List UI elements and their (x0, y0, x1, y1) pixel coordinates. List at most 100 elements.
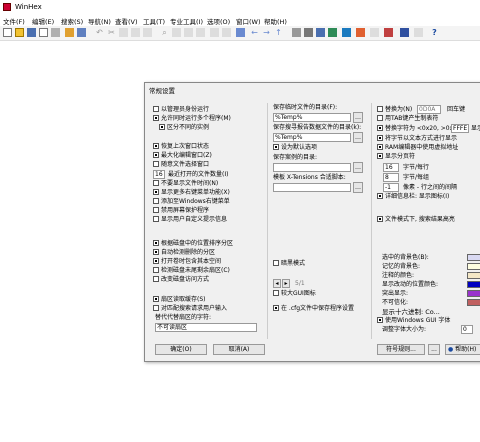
show-tab-checkbox[interactable]: 显示分页符 (377, 153, 415, 161)
network-icon[interactable] (342, 28, 351, 37)
ram-editor-checkbox[interactable]: RAM编辑器中使用虚拟地址 (377, 144, 458, 152)
bytes-per-line-input[interactable]: 16 (383, 163, 399, 172)
options-icon[interactable] (400, 28, 409, 37)
replace-icon[interactable] (184, 28, 193, 37)
run-as-admin-checkbox[interactable]: 以管理员身份运行 (153, 106, 209, 114)
help-button[interactable]: ● 帮助(H) (445, 344, 480, 355)
windows-gui-font-checkbox[interactable]: 使用Windows GUI 字体 (377, 317, 450, 325)
help-icon[interactable]: ? (430, 28, 439, 37)
forward-icon[interactable]: → (262, 28, 271, 37)
maximize-checkbox[interactable]: 最大化编辑窗口(Z) (153, 152, 212, 160)
replace-as-checkbox[interactable]: 替换为(N) (377, 106, 412, 114)
dark-mode-checkbox[interactable]: 暗黑模式 (273, 260, 305, 268)
add-windows-menu-checkbox[interactable]: 添加至Windows右键菜单 (153, 198, 230, 206)
new-file-icon[interactable] (3, 28, 12, 37)
disable-screensaver-checkbox[interactable]: 禁用屏幕保护程序 (153, 207, 209, 215)
properties-icon[interactable] (51, 28, 60, 37)
menu-edit[interactable]: 编辑(E) (32, 16, 54, 26)
xtensions-input[interactable] (273, 183, 351, 192)
sort-partition-checkbox[interactable]: 根据磁盘中的位置排序分区 (153, 240, 233, 248)
menu-view[interactable]: 查看(V) (115, 16, 138, 26)
print-icon[interactable] (39, 28, 48, 37)
check-size-checkbox[interactable]: 检测磁盘未尾剩余扇区(C) (153, 267, 230, 275)
calculator-icon[interactable] (316, 28, 325, 37)
allow-multi-checkbox[interactable]: 允许同时运行多个程序(M) (153, 115, 231, 123)
open-folder-icon[interactable] (15, 28, 24, 37)
goto-sector-icon[interactable] (222, 28, 231, 37)
back-icon[interactable]: ← (250, 28, 259, 37)
save-folder-input[interactable] (273, 163, 351, 172)
line-spacing-input[interactable]: -1 (383, 183, 399, 192)
find-icon[interactable]: ⌕ (160, 28, 169, 37)
save-folder-browse-button[interactable]: … (353, 162, 363, 173)
recent-count-input[interactable]: 16 (153, 170, 165, 179)
codepage-button[interactable]: 符号规则... (377, 344, 425, 355)
menu-search[interactable]: 搜索(S) (61, 16, 83, 26)
disk-clone-icon[interactable] (304, 28, 313, 37)
modified-swatch[interactable] (467, 281, 480, 288)
replace-char-input[interactable]: FFFE (451, 124, 469, 133)
menu-navigation[interactable]: 导航(N) (88, 16, 111, 26)
group-count-input[interactable]: 8 (383, 173, 399, 182)
cancel-button[interactable]: 取消(A) (213, 344, 265, 355)
goto-page-icon[interactable] (236, 28, 245, 37)
view-icon[interactable] (414, 28, 423, 37)
detail-icons-checkbox[interactable]: 详细信息栏: 显示图标(I) (377, 193, 449, 201)
open-file-window-checkbox[interactable]: 随意文件选择窗口 (153, 161, 209, 169)
bad-swatch[interactable] (467, 299, 480, 306)
save-icon[interactable] (27, 28, 36, 37)
font-size-input[interactable]: 0 (461, 325, 473, 334)
more-button[interactable]: ... (428, 344, 440, 355)
auto-detect-checkbox[interactable]: 自动检测删除的分区 (153, 249, 215, 257)
project-folder-input[interactable]: %Temp% (273, 133, 351, 142)
undo-icon[interactable]: ↶ (95, 28, 104, 37)
paste-icon[interactable] (131, 28, 140, 37)
save-ini-checkbox[interactable]: 在 .cfg文件中保存程序设置 (273, 305, 354, 313)
next-page-button[interactable]: ▸ (282, 279, 290, 288)
sel-bg-swatch[interactable] (467, 254, 480, 261)
menu-tools[interactable]: 工具(T) (143, 16, 165, 26)
temp-folder-input[interactable]: %Temp% (273, 113, 351, 122)
goto-offset-icon[interactable] (210, 28, 219, 37)
menu-help[interactable]: 帮助(H) (264, 16, 287, 26)
menu-options[interactable]: 选项(O) (207, 16, 230, 26)
set-default-checkbox[interactable]: 设为默认选项 (273, 144, 317, 152)
ask-copy-checkbox[interactable]: 对匹配搜索请求用户输入 (153, 305, 227, 313)
xtensions-browse-button[interactable]: … (353, 182, 363, 193)
menu-window[interactable]: 窗口(W) (236, 16, 261, 26)
project-folder-browse-button[interactable]: … (353, 132, 363, 143)
no-sync-checkbox[interactable]: 区分不同的实例 (159, 124, 209, 132)
disk-tools-icon[interactable] (292, 28, 301, 37)
ok-button[interactable]: 确定(O) (155, 344, 207, 355)
menu-pro-tools[interactable]: 专业工具(I) (170, 16, 203, 26)
menu-file[interactable]: 文件(F) (3, 16, 25, 26)
tool-icon[interactable] (384, 28, 393, 37)
comment-swatch[interactable] (467, 272, 480, 279)
replace-char-checkbox[interactable]: 替换字符为 <0x20, >0x (377, 125, 453, 133)
paste-write-icon[interactable] (143, 28, 152, 37)
show-text-mode-checkbox[interactable]: 将字节以文本方式进行显示 (377, 135, 457, 143)
up-icon[interactable]: ↑ (274, 28, 283, 37)
hash-icon[interactable] (328, 28, 337, 37)
ram-icon[interactable] (77, 28, 86, 37)
copy-icon[interactable] (119, 28, 128, 37)
cut-icon[interactable]: ✂ (107, 28, 116, 37)
gui-icons-checkbox[interactable]: 较大GUI图标 (273, 290, 316, 298)
mem-bg-swatch[interactable] (467, 263, 480, 270)
open-disk-icon[interactable] (65, 28, 74, 37)
open-in-place-checkbox[interactable]: 打开卷时包含其本空间 (153, 258, 221, 266)
more-right-menu-checkbox[interactable]: 显示更多右键菜单功能(X) (153, 189, 230, 197)
replace-hex-icon[interactable] (196, 28, 205, 37)
temp-folder-browse-button[interactable]: … (353, 112, 363, 123)
report-icon[interactable] (370, 28, 379, 37)
highlight-swatch[interactable] (467, 290, 480, 297)
replace-code-input[interactable]: 0D0A (417, 105, 441, 114)
find-hex-icon[interactable] (172, 28, 181, 37)
restore-last-checkbox[interactable]: 恢复上次窗口状态 (153, 143, 209, 151)
user-string-input[interactable]: 不可读扇区 (155, 323, 257, 332)
file-mode-highlight-checkbox[interactable]: 文件模式下, 搜索结果高亮 (377, 216, 455, 224)
prev-page-button[interactable]: ◂ (273, 279, 281, 288)
no-show-time-checkbox[interactable]: 不要显示文件时间(N) (153, 180, 218, 188)
show-user-notes-checkbox[interactable]: 显示用户自定义提示信息 (153, 216, 227, 224)
read-cache-checkbox[interactable]: 扇区读取缓存(S) (153, 296, 206, 304)
